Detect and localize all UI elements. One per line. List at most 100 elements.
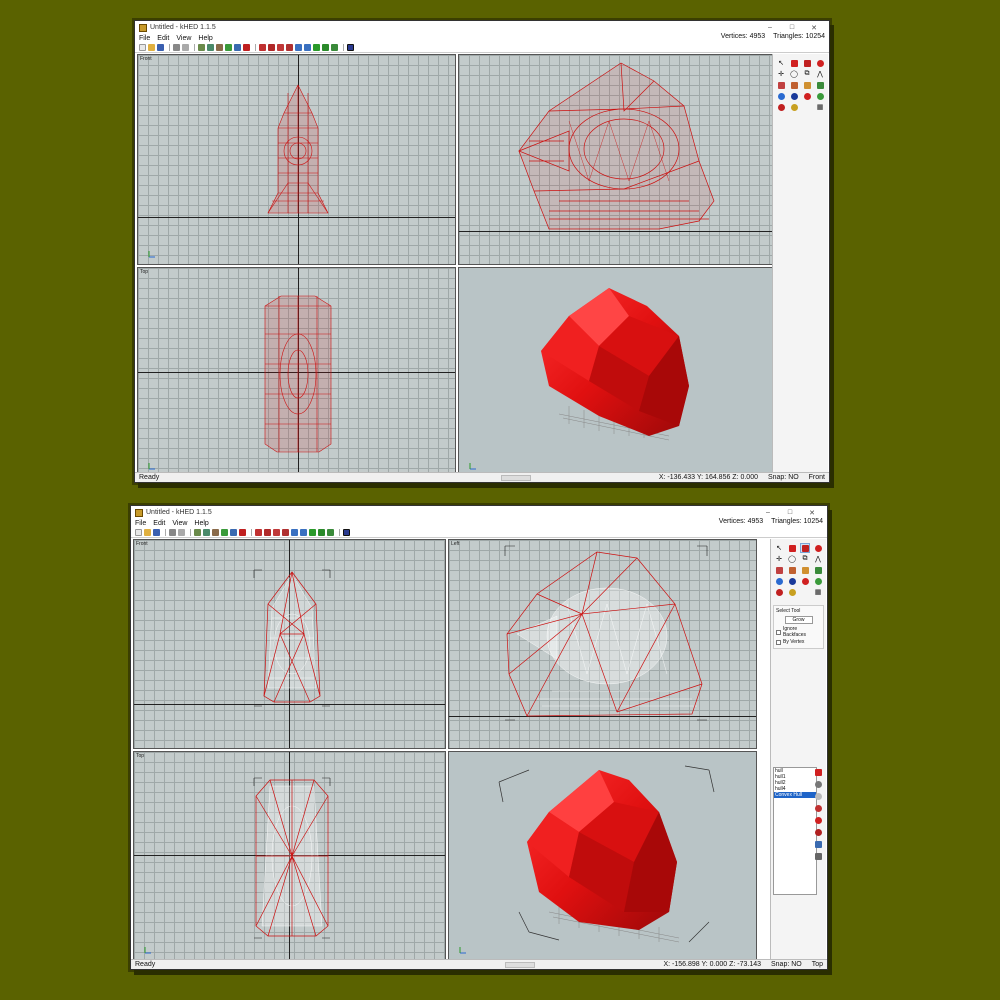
minimize-icon[interactable]: –: [757, 509, 779, 516]
rotate-left-icon[interactable]: [295, 44, 302, 51]
rotate-right-icon[interactable]: [300, 529, 307, 536]
select-icon[interactable]: [221, 529, 228, 536]
ignore-backfaces-checkbox[interactable]: Ignore Backfaces: [776, 626, 821, 638]
object-gray-icon[interactable]: [815, 781, 822, 788]
rotate-tool-icon[interactable]: ◯: [787, 554, 797, 564]
flip-icon[interactable]: [282, 529, 289, 536]
new-file-icon[interactable]: [139, 44, 146, 51]
menu-file[interactable]: File: [139, 35, 150, 42]
group-icon[interactable]: [313, 44, 320, 51]
magnet-icon[interactable]: [243, 44, 250, 51]
minimize-icon[interactable]: –: [759, 24, 781, 31]
maximize-icon[interactable]: □: [781, 24, 803, 31]
pointer-icon[interactable]: ↖: [776, 58, 786, 68]
viewport-top[interactable]: Top: [137, 267, 456, 477]
select-vertex-icon[interactable]: [802, 58, 812, 68]
cube-tool-icon[interactable]: [815, 80, 825, 90]
flip-icon[interactable]: [286, 44, 293, 51]
sphere-navy-icon[interactable]: [787, 576, 797, 586]
menu-edit[interactable]: Edit: [157, 35, 169, 42]
by-vertex-checkbox[interactable]: By Vertex: [776, 639, 821, 645]
close-icon[interactable]: ✕: [801, 509, 823, 517]
object-material-icon[interactable]: [815, 805, 822, 812]
magnet-icon[interactable]: [239, 529, 246, 536]
sphere-green-icon[interactable]: [815, 91, 825, 101]
paste-icon[interactable]: [216, 44, 223, 51]
select-icon[interactable]: [225, 44, 232, 51]
viewport-perspective[interactable]: [458, 267, 773, 477]
checker-icon[interactable]: ▦: [815, 102, 825, 112]
viewport-top[interactable]: Top: [133, 751, 446, 961]
move-icon[interactable]: [234, 44, 241, 51]
cut-icon[interactable]: [194, 529, 201, 536]
merge-icon[interactable]: [327, 529, 334, 536]
copy-icon[interactable]: [207, 44, 214, 51]
grow-button[interactable]: Grow: [784, 616, 813, 624]
select-vertex-icon[interactable]: [800, 543, 810, 553]
checker-icon[interactable]: ▦: [813, 587, 823, 597]
material-icon[interactable]: [789, 102, 799, 112]
rotate-tool-icon[interactable]: ◯: [789, 69, 799, 79]
viewport-left[interactable]: Left: [448, 539, 757, 749]
sphere-blue-icon[interactable]: [776, 91, 786, 101]
move-icon[interactable]: [230, 529, 237, 536]
extrude-tool-icon[interactable]: ⋀: [815, 69, 825, 79]
knife-tool-icon[interactable]: [787, 565, 797, 575]
mirror-y-icon[interactable]: [268, 44, 275, 51]
menu-help[interactable]: Help: [198, 35, 212, 42]
heart-icon[interactable]: [774, 587, 784, 597]
sphere-red-icon[interactable]: [802, 91, 812, 101]
cut-icon[interactable]: [198, 44, 205, 51]
viewport-front[interactable]: Front: [137, 54, 456, 265]
bevel-tool-icon[interactable]: [774, 565, 784, 575]
sphere-blue-icon[interactable]: [774, 576, 784, 586]
new-file-icon[interactable]: [135, 529, 142, 536]
select-face-icon[interactable]: [787, 543, 797, 553]
viewport-front[interactable]: Front: [133, 539, 446, 749]
sphere-green-icon[interactable]: [813, 576, 823, 586]
pointer-icon[interactable]: ↖: [774, 543, 784, 553]
redo-icon[interactable]: [178, 529, 185, 536]
mirror-z-icon[interactable]: [273, 529, 280, 536]
viewport-perspective[interactable]: [448, 751, 757, 961]
heart-icon[interactable]: [776, 102, 786, 112]
rotate-left-icon[interactable]: [291, 529, 298, 536]
paste-icon[interactable]: [212, 529, 219, 536]
mirror-z-icon[interactable]: [277, 44, 284, 51]
rotate-right-icon[interactable]: [304, 44, 311, 51]
scale-tool-icon[interactable]: ⧉: [800, 554, 810, 564]
render-icon[interactable]: [347, 44, 354, 51]
mirror-x-icon[interactable]: [259, 44, 266, 51]
object-red-icon[interactable]: [815, 769, 822, 776]
paint-tool-icon[interactable]: [800, 565, 810, 575]
open-folder-icon[interactable]: [148, 44, 155, 51]
close-icon[interactable]: ✕: [803, 24, 825, 32]
object-white-icon[interactable]: [815, 793, 822, 800]
save-icon[interactable]: [157, 44, 164, 51]
ungroup-icon[interactable]: [318, 529, 325, 536]
paint-tool-icon[interactable]: [802, 80, 812, 90]
undo-icon[interactable]: [173, 44, 180, 51]
list-item-selected[interactable]: Convex Hull: [774, 792, 816, 798]
mirror-x-icon[interactable]: [255, 529, 262, 536]
object-add-icon[interactable]: [815, 817, 822, 824]
object-list[interactable]: hull hull1 hull2 hull4 Convex Hull: [773, 767, 817, 895]
select-object-icon[interactable]: [815, 58, 825, 68]
redo-icon[interactable]: [182, 44, 189, 51]
move-tool-icon[interactable]: ✛: [776, 69, 786, 79]
knife-tool-icon[interactable]: [789, 80, 799, 90]
maximize-icon[interactable]: □: [779, 509, 801, 516]
menu-view[interactable]: View: [172, 520, 187, 527]
object-delete-icon[interactable]: [815, 829, 822, 836]
menu-view[interactable]: View: [176, 35, 191, 42]
checkbox-box[interactable]: [776, 639, 781, 645]
undo-icon[interactable]: [169, 529, 176, 536]
checkbox-box[interactable]: [776, 629, 781, 635]
move-tool-icon[interactable]: ✛: [774, 554, 784, 564]
object-options-icon[interactable]: [815, 853, 822, 860]
merge-icon[interactable]: [331, 44, 338, 51]
sphere-navy-icon[interactable]: [789, 91, 799, 101]
cube-tool-icon[interactable]: [813, 565, 823, 575]
object-export-icon[interactable]: [815, 841, 822, 848]
open-folder-icon[interactable]: [144, 529, 151, 536]
